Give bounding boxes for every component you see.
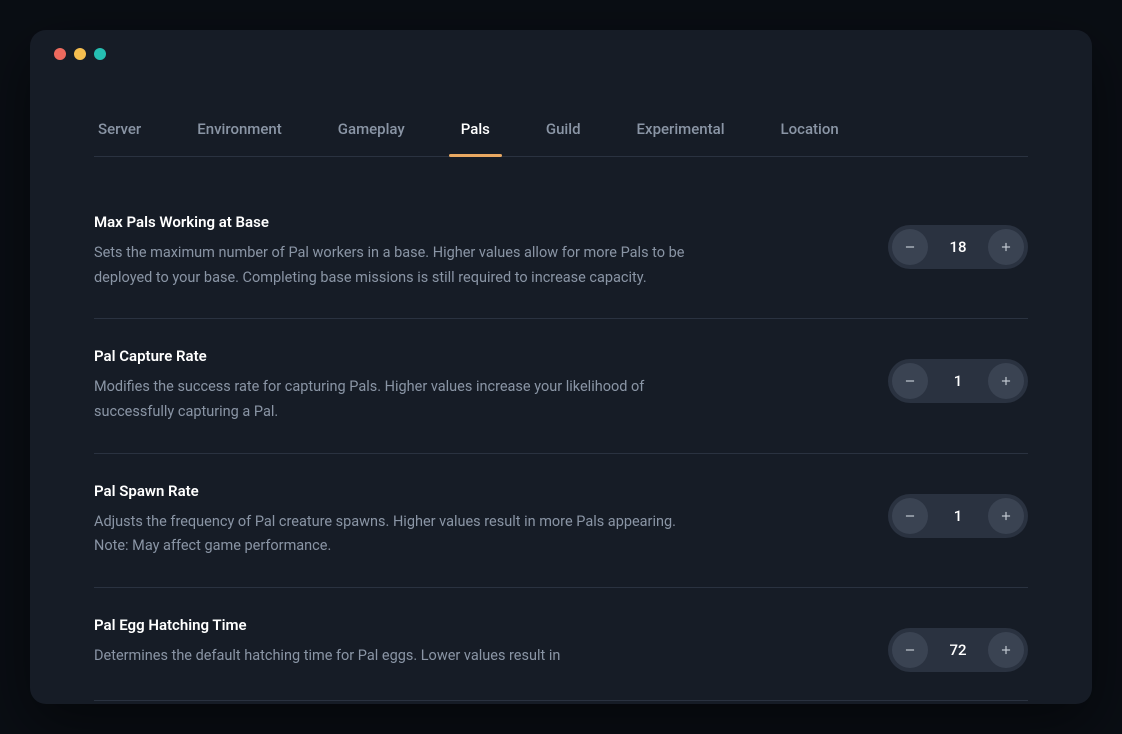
- increment-button[interactable]: [988, 229, 1024, 265]
- setting-title: Pal Egg Hatching Time: [94, 616, 694, 634]
- setting-description: Adjusts the frequency of Pal creature sp…: [94, 510, 694, 559]
- minus-icon: [903, 240, 917, 254]
- increment-button[interactable]: [988, 632, 1024, 668]
- increment-button[interactable]: [988, 498, 1024, 534]
- setting-title: Pal Capture Rate: [94, 347, 694, 365]
- tab-bar: Server Environment Gameplay Pals Guild Experi…: [94, 102, 1028, 157]
- setting-description: Determines the default hatching time for…: [94, 644, 694, 669]
- tab-guild[interactable]: Guild: [542, 102, 585, 156]
- setting-description: Sets the maximum number of Pal workers i…: [94, 241, 694, 290]
- setting-info: Max Pals Working at Base Sets the maximum…: [94, 213, 694, 290]
- stepper-value: 72: [928, 641, 988, 659]
- app-window: Server Environment Gameplay Pals Guild Experi…: [30, 30, 1092, 704]
- quantity-stepper: 1: [888, 359, 1028, 403]
- minimize-icon[interactable]: [74, 48, 86, 60]
- plus-icon: [999, 240, 1013, 254]
- tab-gameplay[interactable]: Gameplay: [334, 102, 409, 156]
- quantity-stepper: 1: [888, 494, 1028, 538]
- minus-icon: [903, 374, 917, 388]
- window-titlebar: [30, 30, 1092, 78]
- setting-row-max-pals-working: Max Pals Working at Base Sets the maximum…: [94, 181, 1028, 319]
- increment-button[interactable]: [988, 363, 1024, 399]
- tab-location[interactable]: Location: [777, 102, 843, 156]
- setting-row-pal-capture-rate: Pal Capture Rate Modifies the success rat…: [94, 319, 1028, 453]
- quantity-stepper: 72: [888, 628, 1028, 672]
- minus-icon: [903, 509, 917, 523]
- tab-pals[interactable]: Pals: [457, 102, 494, 156]
- maximize-icon[interactable]: [94, 48, 106, 60]
- plus-icon: [999, 509, 1013, 523]
- decrement-button[interactable]: [892, 498, 928, 534]
- setting-info: Pal Capture Rate Modifies the success rat…: [94, 347, 694, 424]
- setting-info: Pal Egg Hatching Time Determines the defa…: [94, 616, 694, 669]
- decrement-button[interactable]: [892, 229, 928, 265]
- minus-icon: [903, 643, 917, 657]
- tab-environment[interactable]: Environment: [193, 102, 286, 156]
- setting-title: Max Pals Working at Base: [94, 213, 694, 231]
- close-icon[interactable]: [54, 48, 66, 60]
- plus-icon: [999, 374, 1013, 388]
- stepper-value: 1: [928, 372, 988, 390]
- setting-row-pal-spawn-rate: Pal Spawn Rate Adjusts the frequency of P…: [94, 454, 1028, 588]
- setting-row-pal-egg-hatching-time: Pal Egg Hatching Time Determines the defa…: [94, 588, 1028, 701]
- setting-title: Pal Spawn Rate: [94, 482, 694, 500]
- quantity-stepper: 18: [888, 225, 1028, 269]
- setting-description: Modifies the success rate for capturing …: [94, 375, 694, 424]
- decrement-button[interactable]: [892, 632, 928, 668]
- stepper-value: 18: [928, 238, 988, 256]
- settings-list: Max Pals Working at Base Sets the maximum…: [94, 157, 1028, 701]
- tab-server[interactable]: Server: [94, 102, 145, 156]
- tab-experimental[interactable]: Experimental: [633, 102, 729, 156]
- decrement-button[interactable]: [892, 363, 928, 399]
- content-area: Server Environment Gameplay Pals Guild Experi…: [30, 78, 1092, 701]
- plus-icon: [999, 643, 1013, 657]
- stepper-value: 1: [928, 507, 988, 525]
- setting-info: Pal Spawn Rate Adjusts the frequency of P…: [94, 482, 694, 559]
